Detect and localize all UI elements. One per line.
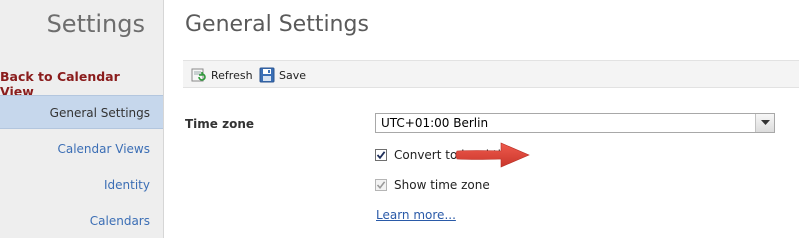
red-arrow-icon bbox=[455, 142, 530, 168]
time-zone-selected-value: UTC+01:00 Berlin bbox=[381, 116, 489, 130]
time-zone-select[interactable]: UTC+01:00 Berlin bbox=[375, 113, 775, 133]
refresh-label: Refresh bbox=[211, 68, 253, 82]
sidebar-item-calendar-views[interactable]: Calendar Views bbox=[0, 132, 163, 166]
convert-local-time-checkbox[interactable] bbox=[375, 149, 387, 161]
show-time-zone-checkbox[interactable] bbox=[375, 179, 387, 191]
sidebar-title: Settings bbox=[46, 10, 145, 38]
save-button[interactable]: Save bbox=[259, 65, 306, 85]
sidebar-item-identity[interactable]: Identity bbox=[0, 168, 163, 202]
save-label: Save bbox=[279, 68, 307, 82]
chevron-down-icon[interactable] bbox=[755, 114, 774, 132]
show-time-zone-option[interactable]: Show time zone bbox=[375, 178, 490, 192]
refresh-button[interactable]: Refresh bbox=[191, 65, 253, 85]
page-title: General Settings bbox=[185, 12, 369, 37]
toolbar: Refresh Save bbox=[183, 60, 799, 88]
time-zone-label: Time zone bbox=[185, 117, 255, 131]
save-icon bbox=[259, 67, 275, 83]
refresh-icon bbox=[191, 68, 206, 82]
settings-main: General Settings Refresh Save Time zone … bbox=[165, 0, 799, 238]
settings-sidebar: Settings Back to Calendar View General S… bbox=[0, 0, 164, 238]
sidebar-item-calendars[interactable]: Calendars bbox=[0, 204, 163, 238]
sidebar-item-general-settings[interactable]: General Settings bbox=[0, 95, 163, 129]
learn-more-link[interactable]: Learn more... bbox=[376, 208, 456, 222]
show-time-zone-label: Show time zone bbox=[394, 178, 490, 192]
